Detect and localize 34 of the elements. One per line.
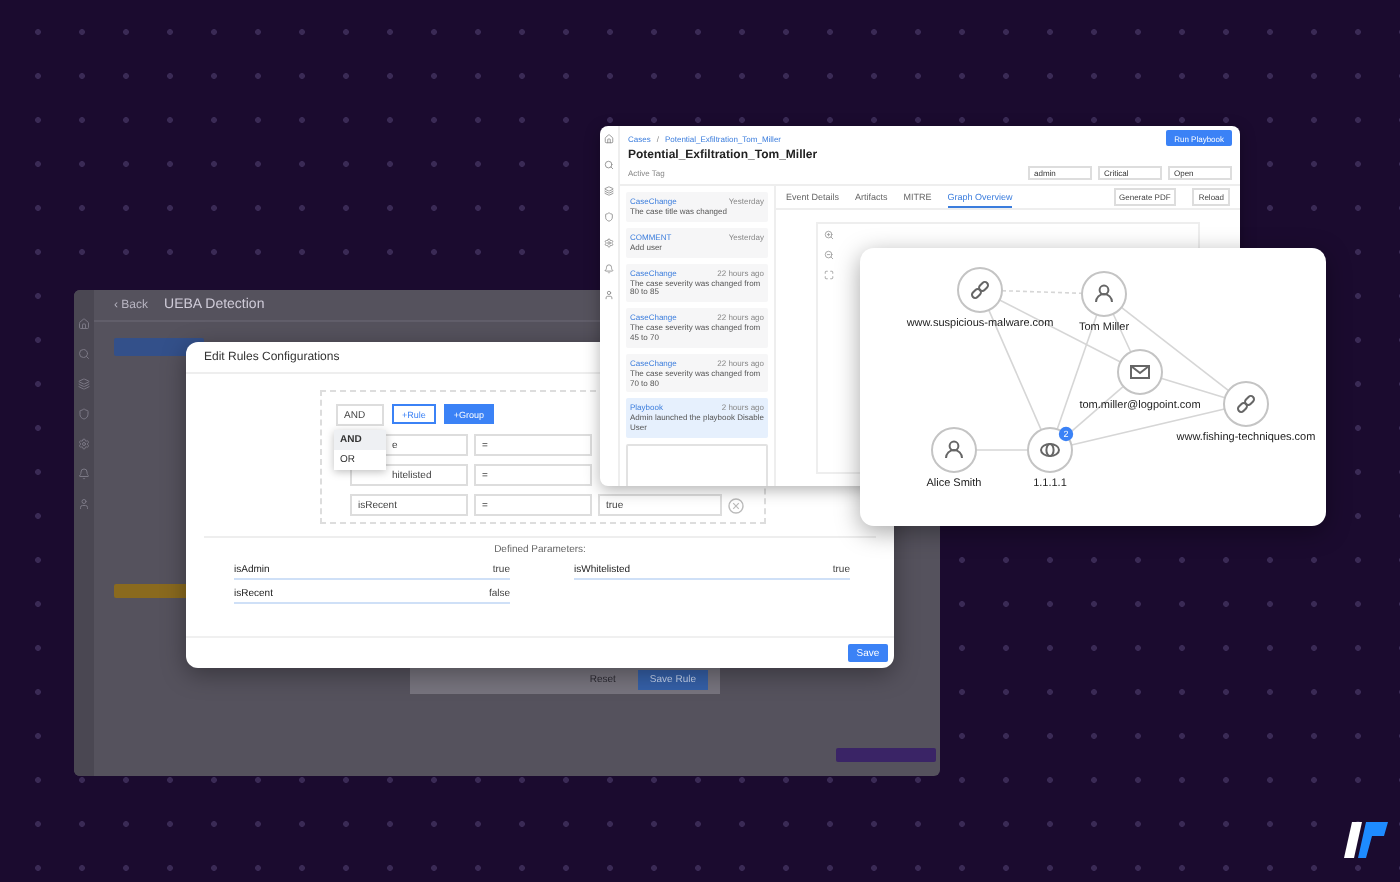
graph-node[interactable] xyxy=(1117,349,1163,395)
nav-icon[interactable] xyxy=(78,318,90,330)
nav-icon[interactable] xyxy=(604,212,614,222)
nav-icon[interactable] xyxy=(604,290,614,300)
graph-node[interactable] xyxy=(957,267,1003,313)
remove-icon[interactable] xyxy=(728,497,744,513)
graph-node[interactable] xyxy=(931,427,977,473)
nav-icon[interactable] xyxy=(604,134,614,144)
nav-icon[interactable] xyxy=(604,186,614,196)
flow-node xyxy=(836,748,936,762)
fit-icon[interactable] xyxy=(824,270,834,280)
link-icon xyxy=(1235,393,1257,415)
mail-icon xyxy=(1130,365,1150,379)
globe-icon xyxy=(1040,443,1060,457)
nav-icon[interactable] xyxy=(78,468,90,480)
link-icon xyxy=(969,279,991,301)
comment-field[interactable] xyxy=(626,443,768,486)
nav-icon[interactable] xyxy=(78,498,90,510)
nav-icon[interactable] xyxy=(604,238,614,248)
nav-icon[interactable] xyxy=(604,264,614,274)
graph-node[interactable] xyxy=(1223,381,1269,427)
graph-node[interactable] xyxy=(1027,427,1073,473)
logo-icon xyxy=(1344,822,1388,858)
nav-icon[interactable] xyxy=(78,378,90,390)
graph-node[interactable] xyxy=(1081,271,1127,317)
person-icon xyxy=(945,440,963,459)
nav-icon[interactable] xyxy=(604,160,614,170)
zoom-in-icon[interactable] xyxy=(824,230,834,240)
zoom-out-icon[interactable] xyxy=(824,250,834,260)
graph-edge xyxy=(1001,289,1083,295)
nav-icon[interactable] xyxy=(78,348,90,360)
nav-icon[interactable] xyxy=(78,438,90,450)
nav-icon[interactable] xyxy=(78,408,90,420)
person-icon xyxy=(1095,284,1113,303)
